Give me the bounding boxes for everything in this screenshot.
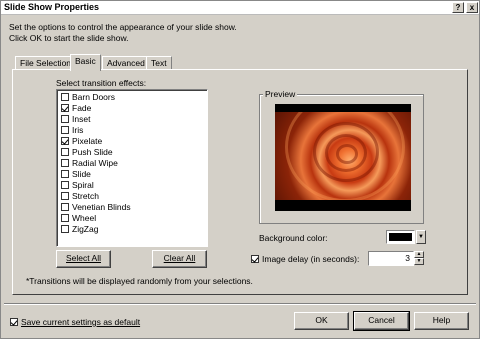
transition-checkbox[interactable] xyxy=(61,203,69,211)
transition-item[interactable]: Inset xyxy=(61,114,90,125)
save-default-checkbox[interactable] xyxy=(10,318,18,326)
select-all-label: Select All xyxy=(66,253,101,263)
transition-label: Venetian Blinds xyxy=(72,202,131,212)
transition-checkbox[interactable] xyxy=(61,104,69,112)
preview-label: Preview xyxy=(263,89,298,99)
transition-checkbox[interactable] xyxy=(61,225,69,233)
spin-down-icon[interactable]: ▼ xyxy=(414,258,424,265)
transition-checkbox[interactable] xyxy=(61,137,69,145)
transition-checkbox[interactable] xyxy=(61,148,69,156)
help-button[interactable]: Help xyxy=(414,312,469,330)
preview-image xyxy=(275,104,411,211)
transition-checkbox[interactable] xyxy=(61,214,69,222)
transition-label: Radial Wipe xyxy=(72,158,118,168)
title-bar: Slide Show Properties ? x xyxy=(1,1,479,15)
tab-basic[interactable]: Basic xyxy=(70,54,101,71)
background-color-swatch xyxy=(389,233,412,241)
transitions-note: *Transitions will be displayed randomly … xyxy=(26,276,253,286)
tab-text[interactable]: Text xyxy=(146,56,172,70)
rose-image xyxy=(275,112,411,200)
spin-up-icon[interactable]: ▲ xyxy=(414,251,424,258)
intro-line-1: Set the options to control the appearanc… xyxy=(9,22,237,32)
transition-item[interactable]: Venetian Blinds xyxy=(61,202,131,213)
transition-item[interactable]: Slide xyxy=(61,169,91,180)
select-all-button[interactable]: Select All xyxy=(56,250,111,268)
clear-all-button[interactable]: Clear All xyxy=(152,250,207,268)
transition-item[interactable]: Fade xyxy=(61,103,91,114)
transition-label: Pixelate xyxy=(72,136,103,146)
transition-item[interactable]: Spiral xyxy=(61,180,94,191)
color-dropdown-arrow-icon[interactable]: ▼ xyxy=(416,230,426,244)
clear-all-label: Clear All xyxy=(163,253,196,263)
tab-advanced[interactable]: Advanced xyxy=(102,56,150,70)
transition-item[interactable]: Wheel xyxy=(61,213,96,224)
transition-label: Stretch xyxy=(72,191,99,201)
help-title-button[interactable]: ? xyxy=(452,2,464,13)
slide-show-properties-dialog: Slide Show Properties ? x Set the option… xyxy=(0,0,480,339)
background-color-label: Background color: xyxy=(259,233,328,243)
transition-checkbox[interactable] xyxy=(61,93,69,101)
intro-text: Set the options to control the appearanc… xyxy=(9,22,237,44)
transition-label: Slide xyxy=(72,169,91,179)
transition-checkbox[interactable] xyxy=(61,181,69,189)
transition-label: ZigZag xyxy=(72,224,99,234)
transition-label: Wheel xyxy=(72,213,97,223)
transition-label: Push Slide xyxy=(72,147,113,157)
transitions-listbox[interactable]: Barn Doors Fade Inset Iris Pixelate Push Slid… xyxy=(56,89,208,247)
window-title: Slide Show Properties xyxy=(4,2,100,12)
transition-checkbox[interactable] xyxy=(61,170,69,178)
image-delay-row: Image delay (in seconds): xyxy=(251,254,359,264)
transition-label: Fade xyxy=(72,103,92,113)
transition-label: Barn Doors xyxy=(72,92,115,102)
background-color-picker[interactable] xyxy=(386,230,415,244)
transition-item[interactable]: Radial Wipe xyxy=(61,158,118,169)
transition-label: Spiral xyxy=(72,180,94,190)
transition-item[interactable]: Iris xyxy=(61,125,83,136)
transition-item[interactable]: Pixelate xyxy=(61,136,102,147)
transition-item[interactable]: Push Slide xyxy=(61,147,113,158)
ok-button[interactable]: OK xyxy=(294,312,349,330)
cancel-button[interactable]: Cancel xyxy=(353,311,410,331)
close-button[interactable]: x xyxy=(466,2,478,13)
transition-checkbox[interactable] xyxy=(61,159,69,167)
image-delay-label: Image delay (in seconds): xyxy=(262,254,360,264)
footer-separator xyxy=(4,303,476,305)
transition-item[interactable]: Stretch xyxy=(61,191,99,202)
transition-label: Inset xyxy=(72,114,91,124)
transition-checkbox[interactable] xyxy=(61,115,69,123)
transition-item[interactable]: ZigZag xyxy=(61,224,98,235)
transition-item[interactable]: Barn Doors xyxy=(61,92,115,103)
tab-file-selection[interactable]: File Selection xyxy=(15,56,77,70)
image-delay-spinner[interactable]: ▲ ▼ xyxy=(414,251,424,266)
save-default-row: Save current settings as default xyxy=(10,317,140,327)
transitions-label: Select transition effects: xyxy=(56,78,147,88)
intro-line-2: Click OK to start the slide show. xyxy=(9,33,129,43)
transition-checkbox[interactable] xyxy=(61,192,69,200)
transition-label: Iris xyxy=(72,125,84,135)
image-delay-checkbox[interactable] xyxy=(251,255,259,263)
transition-checkbox[interactable] xyxy=(61,126,69,134)
image-delay-input[interactable]: 3 xyxy=(368,251,414,266)
save-default-label: Save current settings as default xyxy=(21,317,141,327)
